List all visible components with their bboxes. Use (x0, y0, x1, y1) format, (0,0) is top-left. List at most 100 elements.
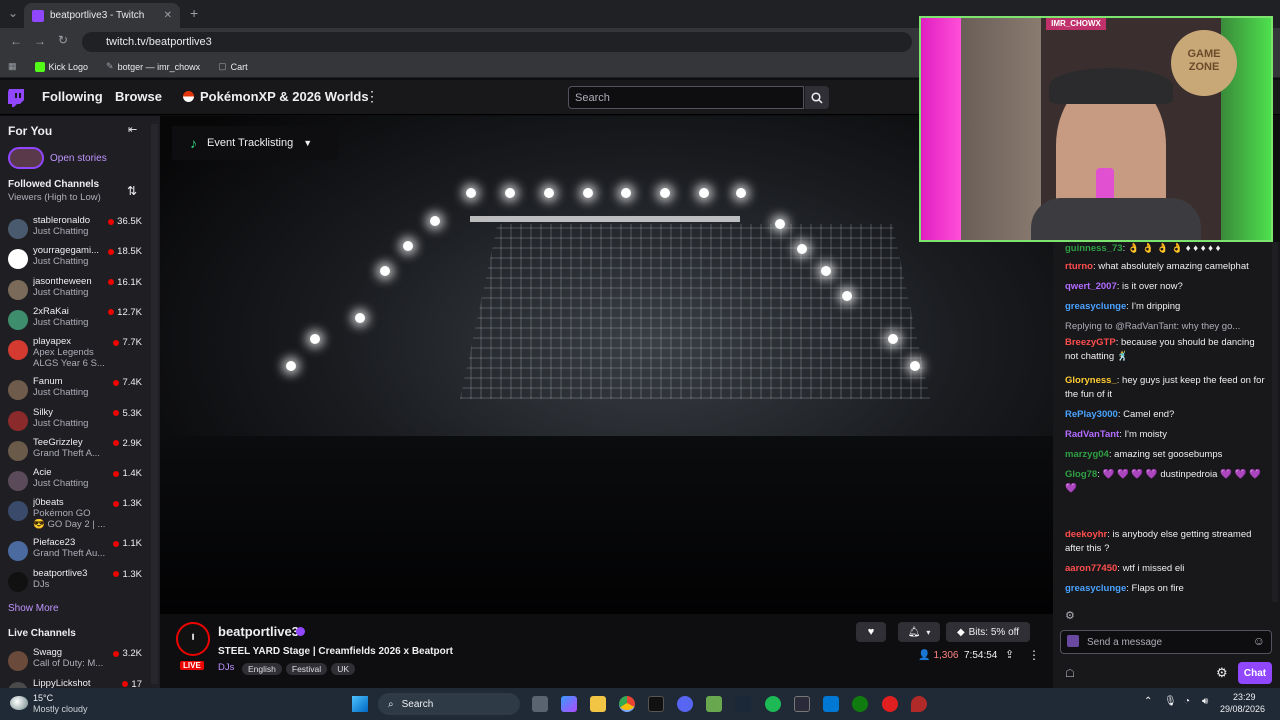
sidebar-channel[interactable]: jasontheween Just Chatting 16.1K (0, 275, 150, 305)
chat-username[interactable]: guinness_73 (1065, 243, 1123, 254)
sidebar-channel[interactable]: LippyLickshot 17 (0, 677, 150, 688)
tray-chevron-icon[interactable]: ⌃ (1144, 696, 1152, 707)
mic-tray-icon[interactable]: 🎙︎ (1164, 696, 1177, 707)
chat-send-button[interactable]: Chat (1238, 662, 1272, 684)
chat-username[interactable]: Glog78 (1065, 469, 1097, 480)
bookmark-botger[interactable]: ✎ botger — imr_chowx (106, 61, 200, 72)
wifi-icon[interactable]: ◔ (1184, 696, 1190, 707)
chat-username[interactable]: greasyclunge (1065, 583, 1126, 594)
search-input[interactable]: Search (568, 86, 804, 109)
tag-pill[interactable]: UK (331, 663, 355, 675)
spotify-icon[interactable] (765, 696, 781, 712)
chat-settings-icon[interactable]: ⚙ (1216, 665, 1228, 681)
sidebar-channel[interactable]: Acie Just Chatting 1.4K (0, 466, 150, 496)
nav-promo-pokemon[interactable]: PokémonXP & 2026 Worlds (200, 89, 369, 104)
chat-input[interactable]: Send a message ☺ (1060, 630, 1272, 654)
emote-picker-icon[interactable]: ☺ (1253, 634, 1265, 648)
stories-avatars[interactable] (8, 147, 44, 169)
nav-following[interactable]: Following (42, 89, 103, 104)
app-icon[interactable] (823, 696, 839, 712)
sidebar-channel[interactable]: playapex Apex Legends ALGS Year 6 S... 7.7K (0, 335, 150, 369)
sidebar-channel[interactable]: yourragegami... Just Chatting 18.5K (0, 244, 150, 274)
sidebar-channel[interactable]: Silky Just Chatting 5.3K (0, 406, 150, 436)
app-icon[interactable] (911, 696, 927, 712)
event-tracklisting-button[interactable]: ♪ Event Tracklisting ▼ (172, 126, 338, 160)
back-button[interactable]: ← (10, 34, 22, 48)
new-tab-button[interactable]: + (190, 5, 198, 21)
sidebar-channel[interactable]: 2xRaKai Just Chatting 12.7K (0, 305, 150, 335)
notifications-button[interactable]: 🔔︎ ▾ (898, 622, 940, 642)
sidebar-channel[interactable]: Swagg Call of Duty: M... 3.2K (0, 646, 150, 676)
channel-avatar (8, 651, 28, 671)
sidebar-channel[interactable]: stableronaldo Just Chatting 36.5K (0, 214, 150, 244)
chat-scrollbar[interactable] (1272, 242, 1278, 602)
open-stories-link[interactable]: Open stories (50, 153, 107, 164)
chat-settings-emote-icon[interactable]: ⚙ (1065, 609, 1075, 622)
tag-pill[interactable]: Festival (285, 663, 328, 675)
volume-icon[interactable]: 🔊︎ (1202, 696, 1208, 707)
bookmark-cart[interactable]: ▢ Cart (218, 61, 248, 72)
tab-close-icon[interactable]: ✕ (164, 10, 172, 21)
sidebar-channel[interactable]: Fanum Just Chatting 7.4K (0, 375, 150, 405)
sidebar-channel[interactable]: Pieface23 Grand Theft Au... 1.1K (0, 536, 150, 566)
more-options-icon[interactable]: ⋮ (1028, 648, 1040, 662)
channel-avatar[interactable]: ᑊ (176, 622, 210, 656)
app-icon[interactable] (706, 696, 722, 712)
chat-username[interactable]: marzyg04 (1065, 449, 1109, 460)
chat-username[interactable]: RePlay3000 (1065, 409, 1118, 420)
sidebar-scrollbar[interactable] (151, 124, 158, 684)
chat-username[interactable]: aaron77450 (1065, 563, 1117, 574)
search-button[interactable] (805, 86, 829, 109)
taskbar-search[interactable]: ⌕ Search (378, 693, 520, 715)
clock-time[interactable]: 23:29 (1233, 692, 1256, 702)
discord-icon[interactable] (677, 696, 693, 712)
cap-visual (1049, 68, 1173, 104)
tab-search-icon[interactable]: ⌄ (8, 6, 18, 20)
collapse-sidebar-icon[interactable]: ⇤ (128, 123, 137, 136)
copilot-icon[interactable] (561, 696, 577, 712)
stream-category[interactable]: DJs (218, 662, 234, 673)
sidebar-channel[interactable]: beatportlive3 DJs 1.3K (0, 567, 150, 597)
browser-tab[interactable]: beatportlive3 - Twitch ✕ (24, 3, 180, 28)
chat-username[interactable]: BreezyGTP (1065, 337, 1116, 348)
nav-browse[interactable]: Browse (115, 89, 162, 104)
sidebar-channel[interactable]: j0beats Pokémon GO 😎 GO Day 2 | ... 1.3K (0, 496, 150, 530)
chrome-icon[interactable] (619, 696, 635, 712)
more-menu-icon[interactable]: ⋮ (365, 88, 379, 105)
app-icon[interactable] (794, 696, 810, 712)
file-explorer-icon[interactable] (590, 696, 606, 712)
show-more-link[interactable]: Show More (8, 603, 59, 614)
twitch-logo-icon[interactable] (8, 89, 24, 107)
sort-icon[interactable]: ⇅ (127, 184, 137, 198)
windows-start-icon[interactable] (352, 696, 368, 712)
chat-username[interactable]: Gloryness_ (1065, 375, 1117, 386)
xbox-icon[interactable] (852, 696, 868, 712)
chat-username[interactable]: RadVanTant (1065, 429, 1119, 440)
chat-username[interactable]: deekoyhr (1065, 529, 1107, 540)
channel-game-subtitle: ALGS Year 6 S... (33, 358, 105, 370)
clock-date[interactable]: 29/08/2026 (1220, 704, 1265, 714)
channel-name[interactable]: beatportlive3 (218, 624, 299, 639)
weather-desc[interactable]: Mostly cloudy (33, 704, 88, 714)
chat-username[interactable]: qwert_2007 (1065, 281, 1117, 292)
app-icon[interactable] (648, 696, 664, 712)
tag-pill[interactable]: English (242, 663, 282, 675)
app-icon[interactable] (882, 696, 898, 712)
reload-button[interactable]: ↻ (58, 33, 68, 47)
bits-button[interactable]: ◆ Bits: 5% off (946, 622, 1030, 642)
chat-username[interactable]: greasyclunge (1065, 301, 1126, 312)
sidebar-for-you-title: For You (8, 124, 53, 138)
sidebar-channel[interactable]: TeeGrizzley Grand Theft A... 2.9K (0, 436, 150, 466)
live-channels-title: Live Channels (8, 628, 76, 639)
share-icon[interactable]: ⇪ (1005, 648, 1014, 661)
chat-username[interactable]: rturno (1065, 261, 1093, 272)
address-bar[interactable]: twitch.tv/beatportlive3 (82, 32, 912, 52)
weather-temp[interactable]: 15°C (33, 693, 53, 703)
task-view-icon[interactable] (532, 696, 548, 712)
bot-icon[interactable]: ☖ (1065, 667, 1075, 680)
apps-grid-icon[interactable]: ▦ (8, 61, 17, 72)
bookmark-kick-logo[interactable]: Kick Logo (34, 61, 88, 72)
steam-icon[interactable] (735, 696, 751, 712)
forward-button[interactable]: → (34, 34, 46, 48)
follow-button[interactable]: ♥ (856, 622, 886, 642)
